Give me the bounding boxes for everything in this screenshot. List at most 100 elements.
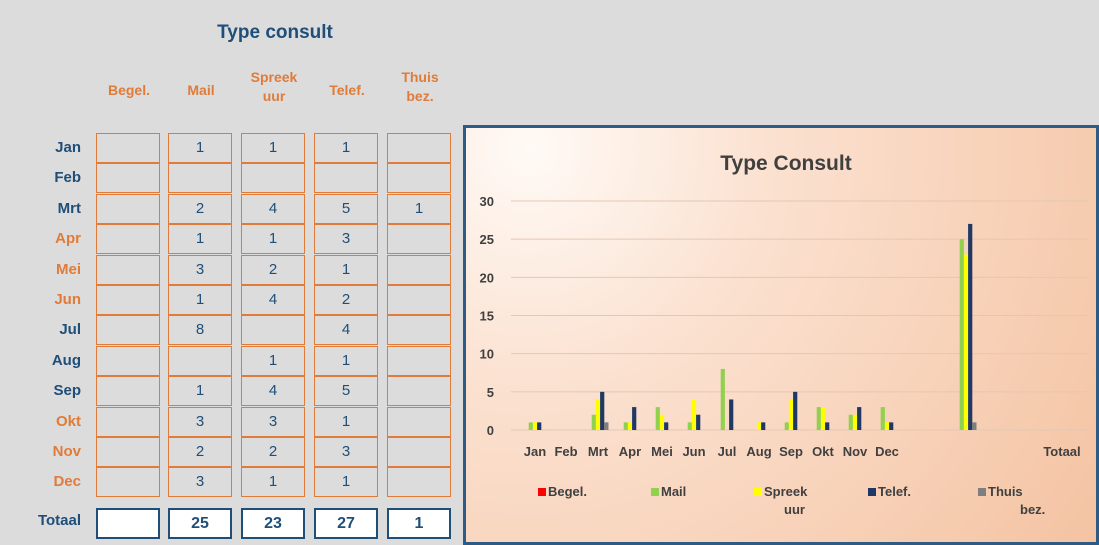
table-cell[interactable] (96, 315, 160, 346)
table-cell[interactable] (387, 437, 451, 467)
bar-mail (528, 422, 533, 430)
bar-spreek-uur (627, 422, 633, 430)
table-cell[interactable]: 1 (314, 254, 378, 285)
table-cell[interactable]: 2 (168, 193, 232, 224)
legend-swatch (754, 488, 762, 496)
table-cell[interactable]: 2 (241, 254, 305, 285)
table-cell[interactable]: 1 (241, 133, 305, 163)
total-cell[interactable]: 25 (168, 508, 232, 539)
table-cell[interactable]: 1 (168, 224, 232, 255)
table-cell[interactable]: 8 (168, 315, 232, 346)
table-cell[interactable]: 1 (314, 467, 378, 498)
bar-mail (848, 414, 853, 430)
row-label-mrt: Mrt (57, 199, 81, 217)
table-cell[interactable]: 2 (241, 437, 305, 467)
y-tick-label: 0 (487, 423, 494, 438)
table-cell[interactable]: 1 (241, 345, 305, 376)
x-tick-label: Totaal (1043, 444, 1080, 459)
column-header-begel: Begel. (107, 82, 150, 98)
table-cell[interactable] (96, 437, 160, 467)
x-tick-label: Okt (812, 444, 834, 459)
table-cell[interactable]: 1 (168, 376, 232, 407)
table-cell[interactable]: 4 (241, 285, 305, 315)
y-tick-label: 5 (487, 385, 494, 400)
chart-container: Type Consult 0 5 10 15 20 25 30 Jan Feb Mrt Apr Mei J… (463, 125, 1099, 545)
table-cell[interactable]: 3 (168, 406, 232, 437)
x-tick-label: Jul (718, 444, 737, 459)
table-cell[interactable]: 1 (314, 345, 378, 376)
table-cell[interactable]: 1 (168, 285, 232, 315)
bar-telef (729, 399, 734, 430)
bar-spreek-uur (756, 422, 762, 430)
x-tick-label: Feb (554, 444, 577, 459)
table-cell[interactable] (241, 163, 305, 194)
table-cell[interactable]: 3 (314, 437, 378, 467)
table-cell[interactable] (96, 133, 160, 163)
x-tick-label: Dec (875, 444, 899, 459)
type-consult-chart: Type Consult 0 5 10 15 20 25 30 Jan Feb Mrt Apr Mei J… (480, 152, 1089, 517)
table-cell[interactable] (314, 163, 378, 194)
legend-label: Telef. (878, 484, 911, 499)
table-cell[interactable] (96, 285, 160, 315)
table-cell[interactable] (387, 133, 451, 163)
bar-spreek-uur (691, 399, 697, 430)
bar-telef (632, 407, 637, 430)
y-tick-label: 15 (480, 309, 494, 324)
table-cell[interactable]: 3 (168, 254, 232, 285)
table-cell[interactable] (96, 193, 160, 224)
table-cell[interactable] (387, 406, 451, 437)
total-cell[interactable]: 27 (314, 508, 378, 539)
table-cell[interactable]: 4 (314, 315, 378, 346)
table-cell[interactable] (96, 467, 160, 498)
total-cell[interactable] (96, 508, 160, 539)
table-cell[interactable] (168, 345, 232, 376)
table-cell[interactable] (387, 224, 451, 255)
table-cell[interactable] (387, 163, 451, 194)
table-cell[interactable] (96, 376, 160, 407)
total-cell[interactable]: 23 (241, 508, 305, 539)
row-label-sep: Sep (53, 382, 81, 400)
bar-telef (537, 422, 542, 430)
table-cell[interactable]: 1 (241, 224, 305, 255)
table-cell[interactable] (96, 345, 160, 376)
table-cell[interactable] (168, 163, 232, 194)
table-cell[interactable]: 1 (168, 133, 232, 163)
table-cell[interactable]: 1 (314, 406, 378, 437)
table-cell[interactable]: 4 (241, 193, 305, 224)
table-cell[interactable] (387, 345, 451, 376)
table-cell[interactable]: 3 (241, 406, 305, 437)
table-cell[interactable] (387, 376, 451, 407)
legend-swatch (651, 488, 659, 496)
x-tick-label: Mei (651, 444, 673, 459)
table-cell[interactable]: 1 (314, 133, 378, 163)
table-cell[interactable]: 4 (241, 376, 305, 407)
bar-telef (600, 391, 605, 430)
x-tick-label: Jan (524, 444, 546, 459)
table-cell[interactable] (387, 285, 451, 315)
row-label-okt: Okt (55, 412, 81, 430)
table-cell[interactable] (96, 254, 160, 285)
total-cell[interactable]: 1 (387, 508, 451, 539)
row-label-feb: Feb (54, 169, 81, 187)
table-cell[interactable]: 1 (387, 193, 451, 224)
x-tick-label: Mrt (588, 444, 609, 459)
table-cell[interactable]: 1 (241, 467, 305, 498)
table-cell[interactable]: 3 (168, 467, 232, 498)
total-row-label: Totaal (37, 512, 81, 529)
bar-thuis-bez (972, 422, 977, 430)
table-cell[interactable] (96, 406, 160, 437)
table-cell[interactable] (241, 315, 305, 346)
table-cell[interactable] (96, 224, 160, 255)
table-cell[interactable]: 2 (314, 285, 378, 315)
table-cell[interactable]: 5 (314, 376, 378, 407)
table-cell[interactable]: 5 (314, 193, 378, 224)
x-tick-label: Aug (746, 444, 771, 459)
table-cell[interactable] (96, 163, 160, 194)
table-cell[interactable] (387, 254, 451, 285)
table-cell[interactable]: 3 (314, 224, 378, 255)
bar-telef (761, 422, 766, 430)
table-cell[interactable] (387, 315, 451, 346)
table-cell[interactable]: 2 (168, 437, 232, 467)
table-cell[interactable] (387, 467, 451, 498)
bar-spreek-uur (852, 414, 858, 430)
